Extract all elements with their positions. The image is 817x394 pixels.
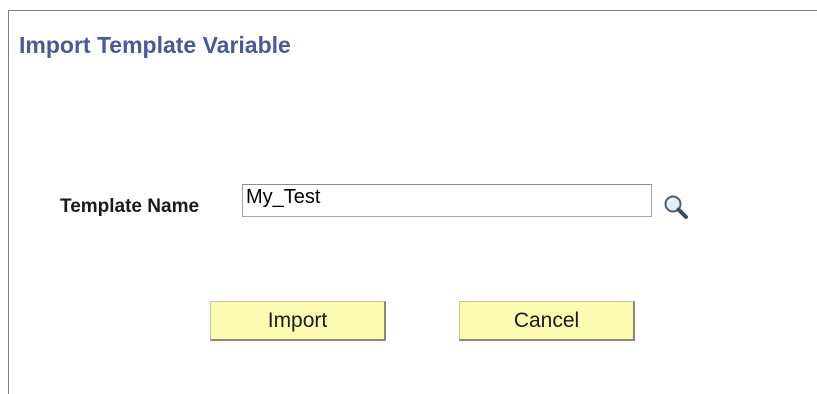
- lookup-button[interactable]: [660, 193, 692, 221]
- top-divider: [8, 10, 817, 11]
- template-name-input[interactable]: [242, 184, 652, 217]
- magnifier-lookup-icon: [664, 195, 688, 219]
- dialog-frame: Import Template Variable Template Name I…: [0, 0, 817, 394]
- import-button[interactable]: Import: [210, 301, 386, 341]
- template-name-label: Template Name: [60, 196, 200, 217]
- page-title: Import Template Variable: [19, 32, 291, 58]
- left-divider: [8, 10, 9, 394]
- cancel-button[interactable]: Cancel: [459, 301, 635, 341]
